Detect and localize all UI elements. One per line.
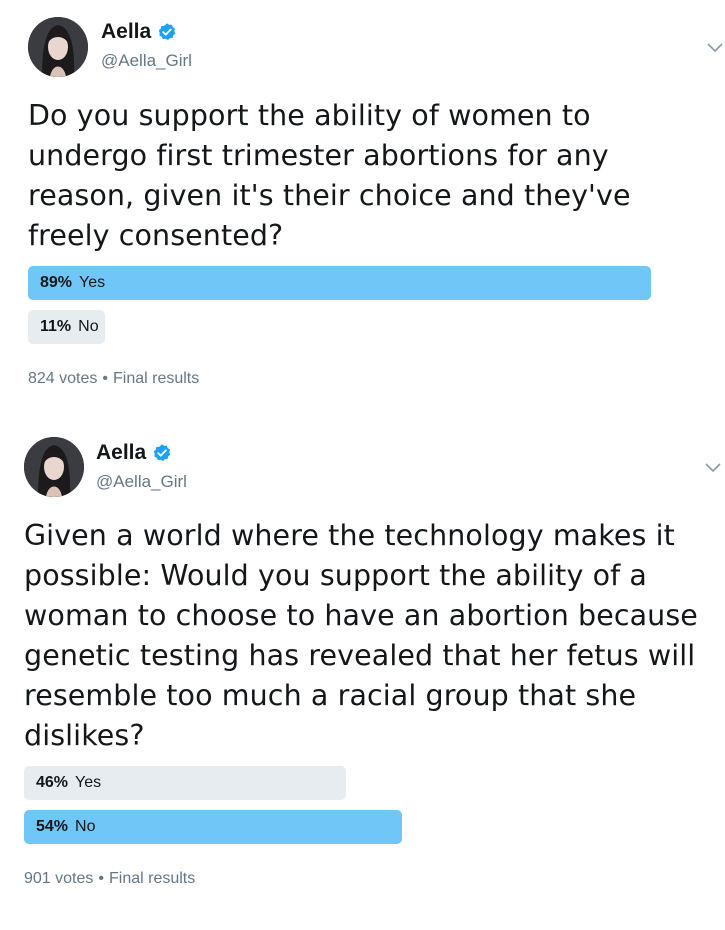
poll-option-no: 11% No <box>40 310 99 344</box>
verified-badge-icon <box>153 444 171 461</box>
poll-bar-yes <box>28 266 651 300</box>
author-name-row: Aella <box>96 441 172 465</box>
handle[interactable]: @Aella_Girl <box>101 51 192 71</box>
tweet-1: Aella @Aella_Girl Do you support the abi… <box>0 0 725 420</box>
handle[interactable]: @Aella_Girl <box>96 472 187 492</box>
poll-option-yes: 46% Yes <box>36 766 101 800</box>
poll-votes: 901 votes <box>24 870 94 887</box>
poll-percent: 89% <box>40 274 73 291</box>
poll-percent: 46% <box>36 774 69 791</box>
poll-percent: 11% <box>40 318 72 335</box>
tweet-text: Do you support the ability of women to u… <box>28 99 631 252</box>
poll-option-label: Yes <box>75 774 102 791</box>
tweet-2: Aella @Aella_Girl Given a world where th… <box>0 420 725 930</box>
avatar[interactable] <box>24 437 84 497</box>
poll-option-label: Yes <box>79 274 106 291</box>
poll-meta: 901 votes • Final results <box>24 870 195 888</box>
poll-option-yes: 89% Yes <box>40 266 105 300</box>
avatar-image <box>28 17 88 77</box>
poll-option-label: No <box>78 318 99 335</box>
poll-percent: 54% <box>36 818 69 835</box>
verified-badge-icon <box>158 23 176 40</box>
poll-votes: 824 votes <box>28 370 98 387</box>
display-name[interactable]: Aella <box>96 441 146 465</box>
chevron-down-icon[interactable] <box>704 462 722 474</box>
separator-dot: • <box>102 370 108 387</box>
separator-dot: • <box>98 870 104 887</box>
avatar-image <box>24 437 84 497</box>
tweet-text: Given a world where the technology makes… <box>24 519 698 752</box>
poll-option-no: 54% No <box>36 810 95 844</box>
author-name-row: Aella <box>101 20 177 44</box>
poll-option-label: No <box>75 818 96 835</box>
poll-status: Final results <box>109 870 196 887</box>
poll-status: Final results <box>113 370 200 387</box>
chevron-down-icon[interactable] <box>706 42 724 54</box>
poll-meta: 824 votes • Final results <box>28 370 199 388</box>
display-name[interactable]: Aella <box>101 20 151 44</box>
avatar[interactable] <box>28 17 88 77</box>
